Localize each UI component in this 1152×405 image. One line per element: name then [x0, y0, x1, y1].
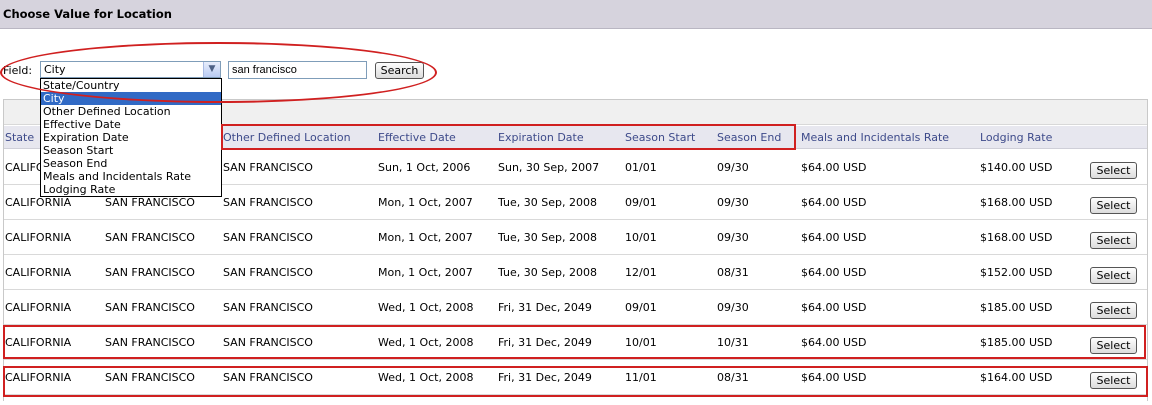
table-cell: Tue, 30 Sep, 2008 — [498, 266, 597, 279]
table-cell: 10/01 — [625, 231, 657, 244]
table-cell: SAN FRANCISCO — [105, 301, 195, 314]
column-header[interactable]: Effective Date — [378, 131, 456, 144]
table-row: CALIFORNIA SAN FRANCISCO SAN FRANCISCO Mon,… — [4, 255, 1147, 290]
table-cell: Tue, 30 Sep, 2008 — [498, 196, 597, 209]
dropdown-option[interactable]: Lodging Rate — [41, 183, 221, 196]
field-dropdown-list[interactable]: State/Country City Other Defined Location E… — [40, 78, 222, 197]
table-row: CALIFORNIA SAN FRANCISCO SAN FRANCISCO Wed,… — [4, 325, 1147, 360]
column-header[interactable]: Season End — [717, 131, 781, 144]
table-cell: $152.00 USD — [980, 266, 1053, 279]
table-cell: SAN FRANCISCO — [105, 336, 195, 349]
table-cell: CALIFORNIA — [5, 301, 72, 314]
table-cell: 11/01 — [625, 371, 657, 384]
table-cell: CALIFORNIA — [5, 336, 72, 349]
table-cell: Mon, 1 Oct, 2007 — [378, 196, 473, 209]
dropdown-option[interactable]: Season Start — [41, 144, 221, 157]
column-header[interactable]: Other Defined Location — [223, 131, 351, 144]
table-cell: $64.00 USD — [801, 336, 867, 349]
select-button[interactable]: Select — [1090, 267, 1137, 284]
dropdown-option[interactable]: Meals and Incidentals Rate — [41, 170, 221, 183]
table-cell: Fri, 31 Dec, 2049 — [498, 301, 592, 314]
select-button[interactable]: Select — [1090, 232, 1137, 249]
table-cell: $185.00 USD — [980, 336, 1053, 349]
table-cell: Mon, 1 Oct, 2007 — [378, 231, 473, 244]
table-row: CALIFORNIA SAN FRANCISCO SAN FRANCISCO Wed,… — [4, 290, 1147, 325]
select-button[interactable]: Select — [1090, 372, 1137, 389]
table-cell: $64.00 USD — [801, 371, 867, 384]
table-cell: Mon, 1 Oct, 2007 — [378, 266, 473, 279]
select-button[interactable]: Select — [1090, 337, 1137, 354]
search-button[interactable]: Search — [375, 62, 424, 79]
table-cell: $64.00 USD — [801, 196, 867, 209]
table-cell: $168.00 USD — [980, 231, 1053, 244]
table-cell: SAN FRANCISCO — [223, 266, 313, 279]
table-cell: Sun, 1 Oct, 2006 — [378, 161, 471, 174]
table-cell: $140.00 USD — [980, 161, 1053, 174]
table-cell: 10/01 — [625, 336, 657, 349]
table-cell: $64.00 USD — [801, 266, 867, 279]
table-cell: Fri, 31 Dec, 2049 — [498, 336, 592, 349]
table-cell: Tue, 30 Sep, 2008 — [498, 231, 597, 244]
dialog-title: Choose Value for Location — [0, 0, 1152, 29]
dropdown-option[interactable]: Season End — [41, 157, 221, 170]
dropdown-option[interactable]: Expiration Date — [41, 131, 221, 144]
select-button[interactable]: Select — [1090, 162, 1137, 179]
column-header[interactable]: Lodging Rate — [980, 131, 1052, 144]
table-cell: SAN FRANCISCO — [223, 336, 313, 349]
table-cell: $64.00 USD — [801, 231, 867, 244]
table-cell: SAN FRANCISCO — [105, 196, 195, 209]
column-header[interactable]: State — [5, 131, 34, 144]
table-cell: CALIFORNIA — [5, 196, 72, 209]
table-cell: SAN FRANCISCO — [105, 231, 195, 244]
table-cell: $168.00 USD — [980, 196, 1053, 209]
table-cell: Wed, 1 Oct, 2008 — [378, 336, 474, 349]
table-cell: 09/30 — [717, 196, 749, 209]
table-cell: 09/30 — [717, 301, 749, 314]
table-cell: 08/31 — [717, 371, 749, 384]
table-cell: $64.00 USD — [801, 161, 867, 174]
table-cell: 08/31 — [717, 266, 749, 279]
table-cell: 12/01 — [625, 266, 657, 279]
table-cell: Sun, 30 Sep, 2007 — [498, 161, 600, 174]
dropdown-option[interactable]: City — [41, 92, 221, 105]
table-cell: 10/31 — [717, 336, 749, 349]
field-select-value: City — [44, 63, 66, 76]
dropdown-option[interactable]: Other Defined Location — [41, 105, 221, 118]
select-button[interactable]: Select — [1090, 197, 1137, 214]
table-cell: CALIFORNIA — [5, 231, 72, 244]
table-cell: $164.00 USD — [980, 371, 1053, 384]
table-cell: Wed, 1 Oct, 2008 — [378, 301, 474, 314]
dropdown-option[interactable]: State/Country — [41, 79, 221, 92]
table-cell: Fri, 31 Dec, 2049 — [498, 371, 592, 384]
table-cell: 09/01 — [625, 301, 657, 314]
chevron-down-icon[interactable]: ▼ — [203, 62, 220, 77]
table-cell: 09/30 — [717, 161, 749, 174]
table-cell: CALIFORNIA — [5, 371, 72, 384]
column-header[interactable]: Season Start — [625, 131, 695, 144]
search-input[interactable] — [228, 61, 367, 79]
table-cell: SAN FRANCISCO — [223, 196, 313, 209]
table-cell: SAN FRANCISCO — [223, 301, 313, 314]
table-cell: 01/01 — [625, 161, 657, 174]
table-cell: CALIFORNIA — [5, 266, 72, 279]
table-row: CALIFORNIA SAN FRANCISCO SAN FRANCISCO Wed,… — [4, 360, 1147, 395]
column-header[interactable]: Expiration Date — [498, 131, 584, 144]
field-select[interactable]: City ▼ — [40, 61, 221, 78]
table-cell: SAN FRANCISCO — [223, 161, 313, 174]
select-button[interactable]: Select — [1090, 302, 1137, 319]
table-cell: SAN FRANCISCO — [105, 371, 195, 384]
field-label: Field: — [3, 64, 33, 77]
table-cell: $185.00 USD — [980, 301, 1053, 314]
table-cell: 09/30 — [717, 231, 749, 244]
column-header[interactable]: Meals and Incidentals Rate — [801, 131, 949, 144]
table-cell: SAN FRANCISCO — [105, 266, 195, 279]
table-cell: SAN FRANCISCO — [223, 231, 313, 244]
table-cell: 09/01 — [625, 196, 657, 209]
table-cell: $64.00 USD — [801, 301, 867, 314]
table-cell: SAN FRANCISCO — [223, 371, 313, 384]
table-cell: Wed, 1 Oct, 2008 — [378, 371, 474, 384]
table-row: CALIFORNIA SAN FRANCISCO SAN FRANCISCO Mon,… — [4, 220, 1147, 255]
dropdown-option[interactable]: Effective Date — [41, 118, 221, 131]
